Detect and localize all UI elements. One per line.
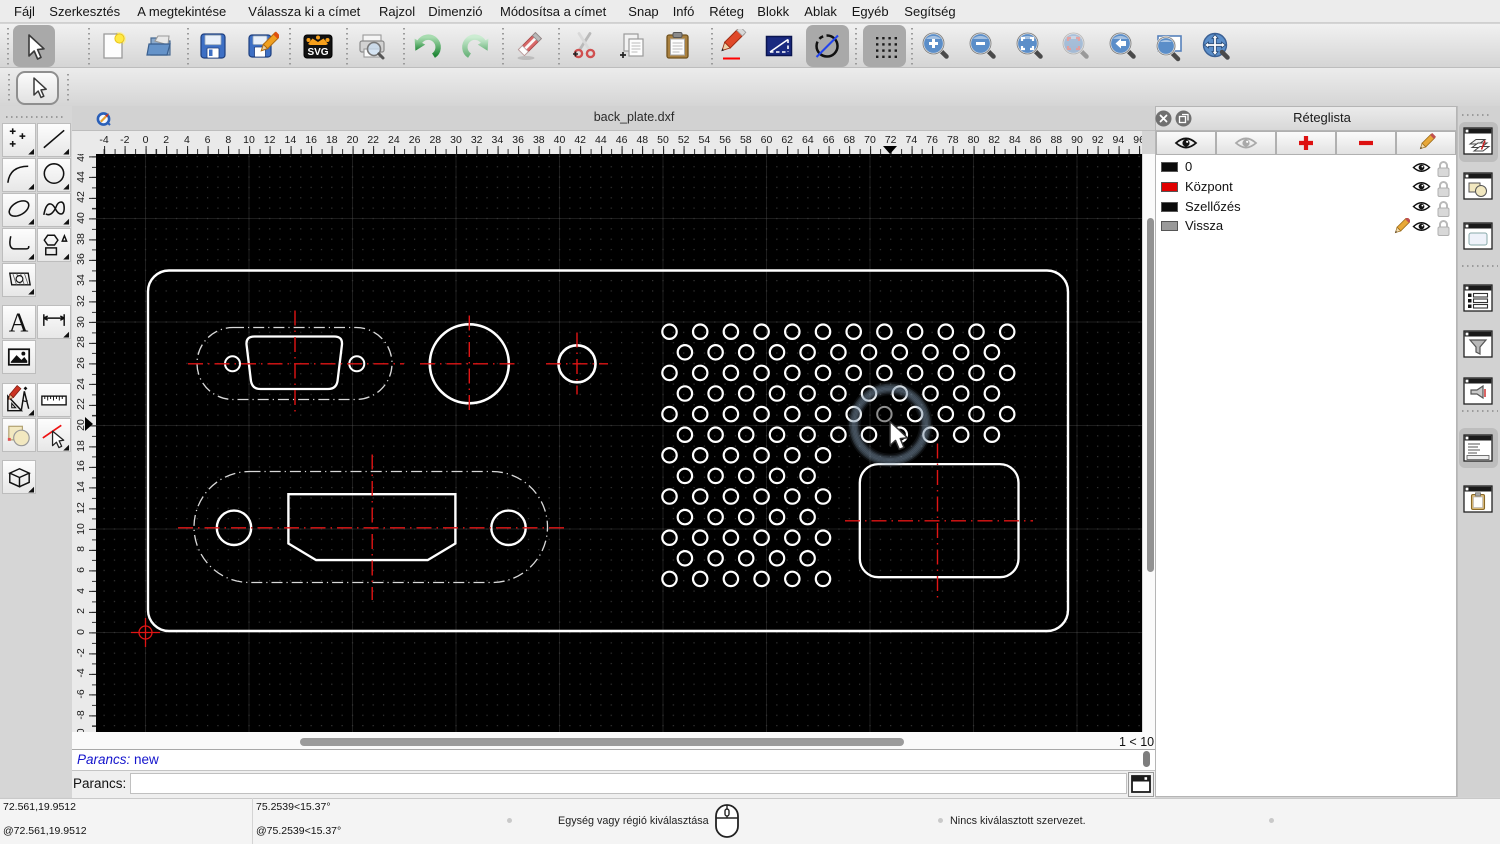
svg-text:A: A xyxy=(8,307,28,337)
svg-text:SVG: SVG xyxy=(307,47,328,58)
